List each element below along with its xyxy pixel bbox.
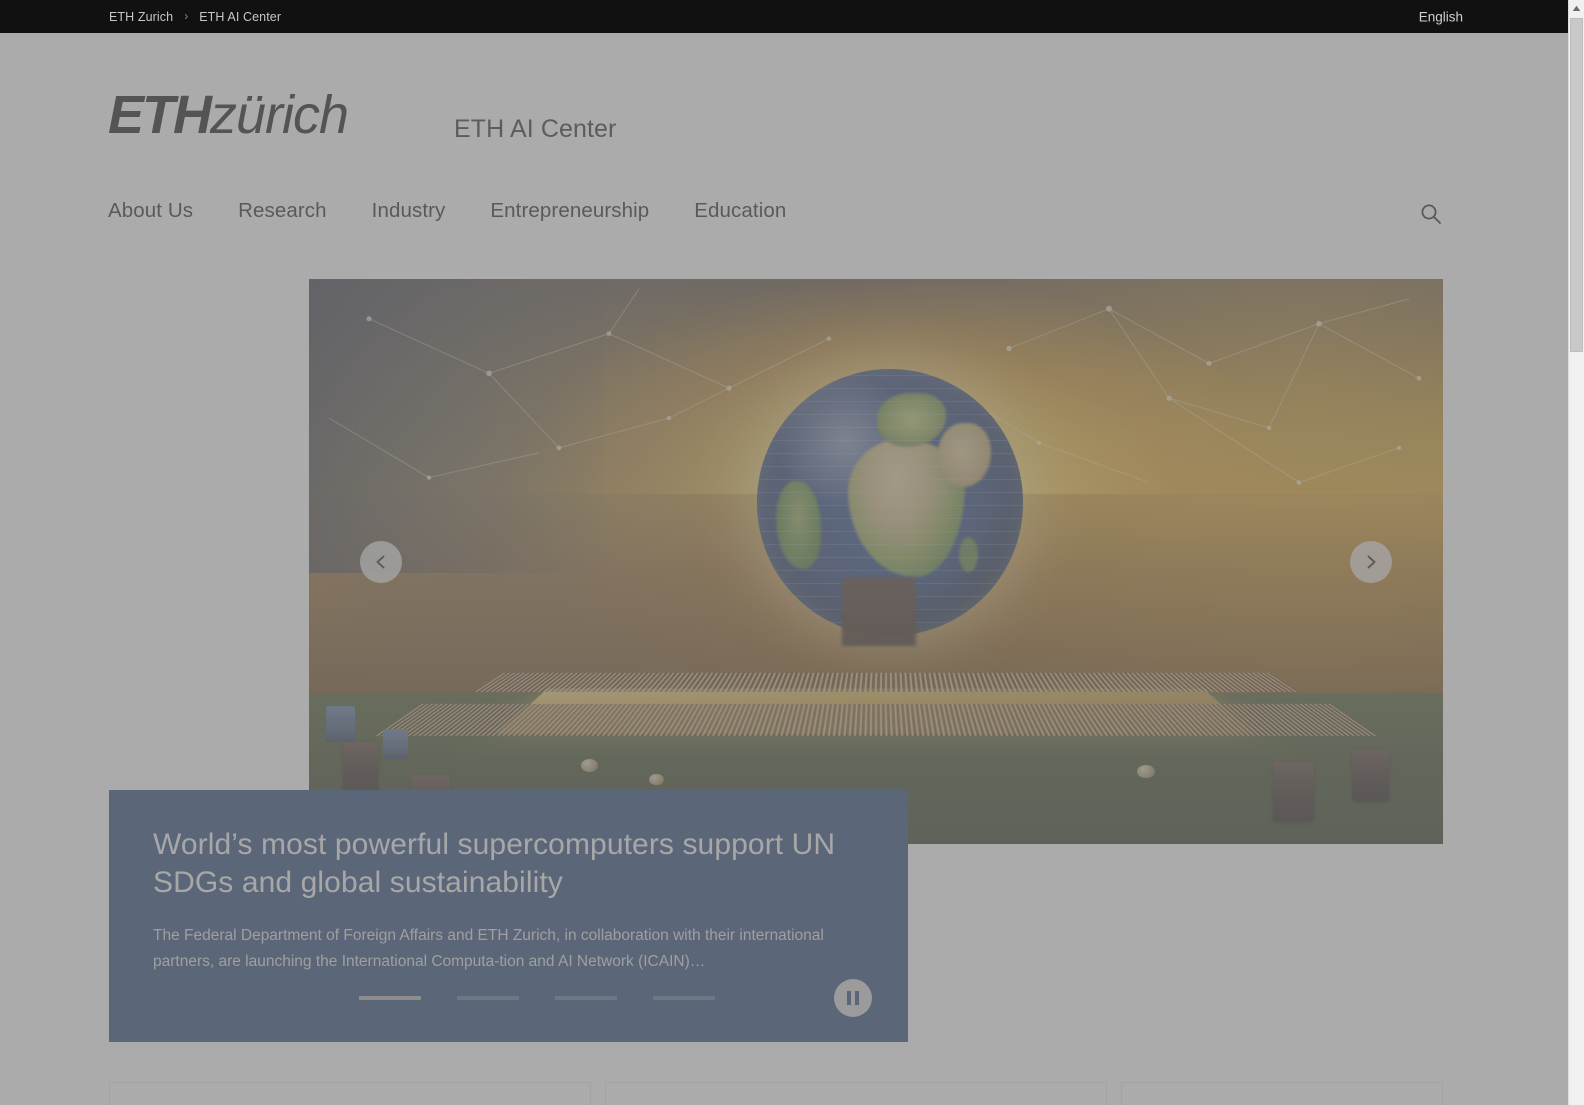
nav-item-industry[interactable]: Industry: [372, 199, 446, 223]
page-title: ETH AI Center: [454, 115, 617, 143]
chevron-right-icon: ›: [184, 8, 189, 23]
nav-item-about-us[interactable]: About Us: [108, 199, 193, 223]
teaser-card-3[interactable]: [1121, 1082, 1443, 1105]
globe-reflection: [841, 578, 916, 647]
resistor: [326, 706, 356, 743]
page-root: ETH Zurich › ETH AI Center English ETHzü…: [0, 0, 1568, 1105]
carousel-dot-3[interactable]: [555, 996, 617, 1000]
carousel-dot-4[interactable]: [653, 996, 715, 1000]
nav-item-research[interactable]: Research: [238, 199, 327, 223]
chevron-right-icon: [1367, 555, 1376, 568]
logo-zurich-text: zürich: [210, 85, 349, 145]
chip-pins-lower: [375, 704, 1377, 737]
breadcrumb-item-eth-ai-center[interactable]: ETH AI Center: [199, 10, 281, 24]
pause-icon: [855, 991, 859, 1005]
hero-caption-title: World’s most powerful supercomputers sup…: [153, 828, 836, 900]
top-utility-bar: ETH Zurich › ETH AI Center English: [0, 0, 1568, 33]
teaser-card-1[interactable]: [109, 1082, 591, 1105]
teaser-card-2[interactable]: [604, 1082, 1108, 1105]
scrollbar-thumb[interactable]: [1570, 18, 1583, 352]
eth-zurich-logo[interactable]: ETHzürich: [108, 85, 349, 145]
chip-pins-upper: [475, 672, 1300, 692]
nav-item-entrepreneurship[interactable]: Entrepreneurship: [490, 199, 649, 223]
pause-icon: [847, 991, 851, 1005]
nav-item-education[interactable]: Education: [694, 199, 786, 223]
breadcrumb-item-eth-zurich[interactable]: ETH Zurich: [109, 10, 173, 24]
carousel-prev-button[interactable]: [360, 540, 402, 583]
capacitor: [1352, 748, 1389, 802]
carousel-dot-1[interactable]: [359, 996, 421, 1000]
main-navigation: About Us Research Industry Entrepreneurs…: [108, 199, 786, 223]
solder-joint: [649, 773, 664, 786]
hero-caption-box[interactable]: World’s most powerful supercomputers sup…: [109, 790, 908, 1042]
chevron-left-icon: [376, 555, 385, 568]
hero-image: [309, 279, 1443, 844]
search-icon[interactable]: [1416, 199, 1446, 229]
language-selector[interactable]: English: [1419, 9, 1463, 24]
breadcrumb: ETH Zurich › ETH AI Center: [109, 10, 281, 24]
site-header: ETHzürich ETH AI Center About Us Researc…: [0, 33, 1568, 233]
vertical-scrollbar[interactable]: [1568, 0, 1584, 1105]
hero-carousel: [309, 279, 1443, 844]
teaser-card-row: [109, 1082, 1443, 1105]
carousel-pagination: [359, 996, 715, 1000]
solder-joint: [581, 758, 599, 772]
logo-eth-text: ETH: [108, 85, 212, 145]
carousel-pause-button[interactable]: [834, 979, 872, 1017]
resistor: [382, 729, 408, 759]
carousel-next-button[interactable]: [1350, 540, 1392, 583]
capacitor: [1272, 762, 1314, 822]
carousel-dot-2[interactable]: [457, 996, 519, 1000]
hero-caption-body: The Federal Department of Foreign Affair…: [153, 926, 824, 971]
scroll-up-arrow-icon[interactable]: [1569, 0, 1584, 17]
